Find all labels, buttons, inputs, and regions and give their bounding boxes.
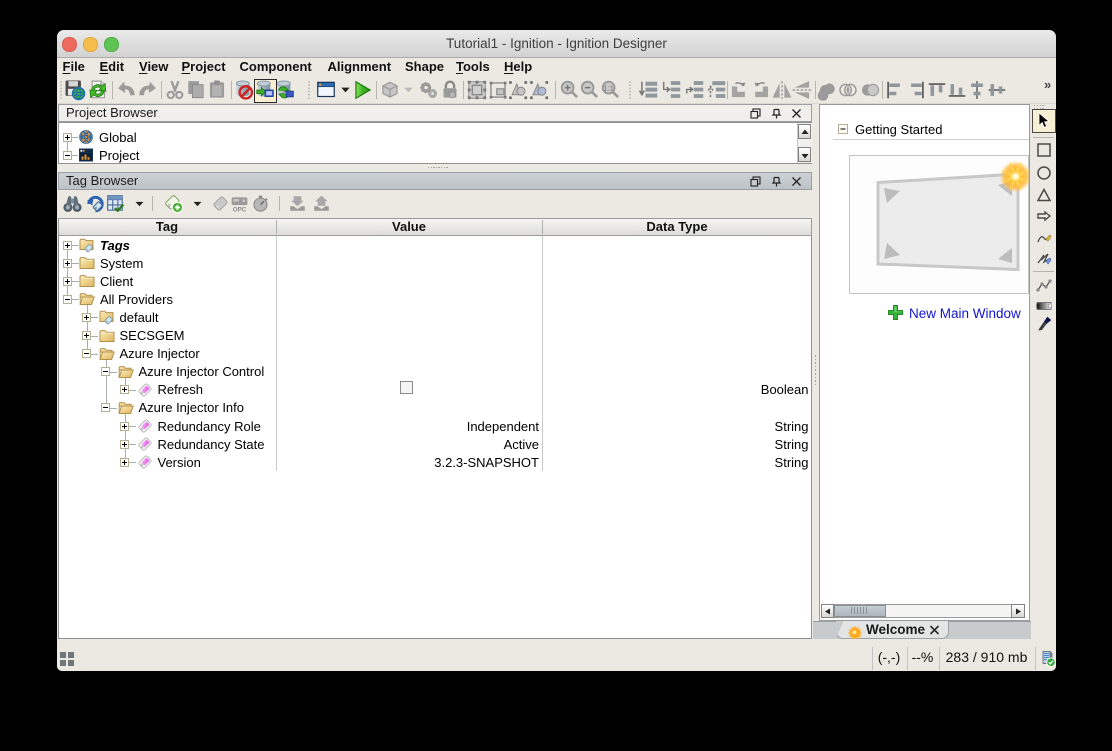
svg-text:1:1: 1:1 [603,84,614,93]
svg-text:OPC: OPC [232,206,246,213]
